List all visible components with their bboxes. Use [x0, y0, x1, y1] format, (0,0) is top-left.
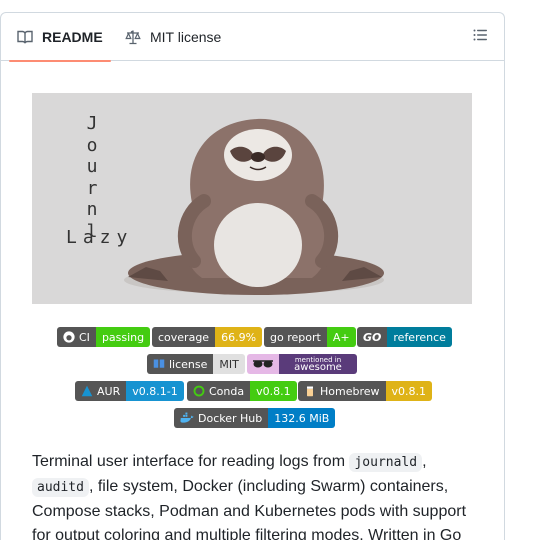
tab-readme[interactable]: README	[9, 13, 111, 62]
aur-badge-label: AUR	[97, 384, 121, 398]
awesome-badge-bottom: awesome	[294, 362, 342, 373]
sunglasses-icon	[247, 354, 279, 374]
tab-license[interactable]: MIT license	[117, 13, 229, 61]
goreport-badge[interactable]: go report A+	[264, 327, 356, 347]
active-tab-indicator	[9, 60, 111, 62]
homebrew-badge-label: Homebrew	[320, 384, 380, 398]
conda-icon	[193, 385, 205, 397]
inline-code: auditd	[32, 478, 89, 497]
docker-icon	[180, 412, 194, 424]
readme-tab-bar: README MIT license	[1, 13, 504, 62]
description-text: Terminal user interface for reading logs…	[32, 453, 350, 470]
logo-vertical-text: Journl	[86, 113, 98, 242]
inline-code: journald	[349, 453, 423, 472]
ci-badge[interactable]: CI passing	[57, 327, 151, 347]
logo-horizontal-text: Lazy	[66, 227, 134, 248]
license-badge-label: license	[169, 357, 208, 371]
project-description: Terminal user interface for reading logs…	[32, 450, 482, 540]
awesome-badge[interactable]: mentioned in awesome	[247, 354, 357, 374]
homebrew-badge[interactable]: Homebrew v0.8.1	[298, 381, 433, 401]
ci-badge-label: CI	[79, 330, 90, 344]
go-reference-badge-value: reference	[387, 327, 452, 347]
description-text: , file system, Docker (including Swarm) …	[32, 478, 467, 540]
law-scale-icon	[125, 29, 141, 45]
badge-row: CI passing coverage 66.9% go report A+ G…	[1, 327, 504, 347]
book-icon	[17, 29, 33, 45]
coverage-badge[interactable]: coverage 66.9%	[152, 327, 263, 347]
go-reference-badge[interactable]: GO reference	[357, 327, 452, 347]
github-icon	[63, 331, 75, 343]
coverage-badge-label: coverage	[152, 327, 216, 347]
conda-badge-label: Conda	[209, 384, 245, 398]
license-icon	[153, 358, 165, 370]
badge-row: Docker Hub 132.6 MiB	[1, 408, 504, 428]
license-badge[interactable]: license MIT	[147, 354, 245, 374]
license-badge-value: MIT	[213, 354, 245, 374]
aur-badge-value: v0.8.1-1	[126, 381, 184, 401]
docker-hub-badge-value: 132.6 MiB	[268, 408, 336, 428]
arch-linux-icon	[81, 385, 93, 397]
outline-list-button[interactable]	[466, 25, 494, 49]
tab-license-label: MIT license	[150, 29, 222, 45]
goreport-badge-value: A+	[326, 327, 356, 347]
badge-row: AUR v0.8.1-1 Conda v0.8.1 Homebrew v0.8.…	[1, 381, 504, 401]
goreport-badge-label: go report	[264, 327, 327, 347]
aur-badge[interactable]: AUR v0.8.1-1	[75, 381, 184, 401]
description-text: ,	[422, 453, 427, 470]
badge-row: license MIT mentioned in awesome	[1, 354, 504, 374]
docker-hub-badge-label: Docker Hub	[198, 411, 263, 425]
tab-readme-label: README	[42, 29, 103, 45]
readme-panel: README MIT license Journl Lazy CI passin…	[0, 12, 505, 540]
homebrew-icon	[304, 385, 316, 397]
go-reference-badge-label: GO	[357, 327, 388, 347]
conda-badge-value: v0.8.1	[250, 381, 297, 401]
conda-badge[interactable]: Conda v0.8.1	[187, 381, 297, 401]
homebrew-badge-value: v0.8.1	[385, 381, 433, 401]
coverage-badge-value: 66.9%	[215, 327, 263, 347]
ci-badge-value: passing	[95, 327, 151, 347]
docker-hub-badge[interactable]: Docker Hub 132.6 MiB	[174, 408, 336, 428]
list-unordered-icon	[472, 27, 488, 48]
